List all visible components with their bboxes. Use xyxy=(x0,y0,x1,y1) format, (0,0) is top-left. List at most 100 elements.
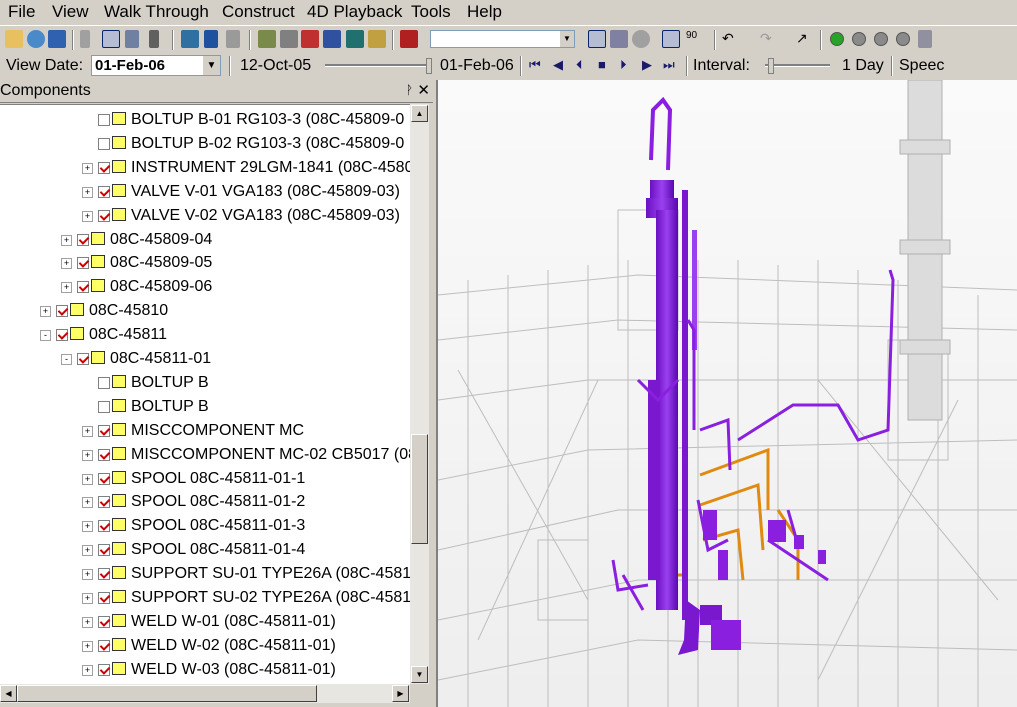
walk-view-icon[interactable] xyxy=(610,30,628,48)
menu-tools[interactable]: Tools xyxy=(411,2,451,22)
menu-view[interactable]: View xyxy=(52,2,89,22)
expand-icon[interactable]: + xyxy=(82,425,93,437)
rotate-90-icon[interactable]: 90 xyxy=(686,30,708,48)
tree-row[interactable]: BOLTUP B-02 RG103-3 (08C-45809-0 xyxy=(0,133,410,155)
run-icon[interactable] xyxy=(125,30,139,48)
visibility-checkbox[interactable] xyxy=(98,400,110,413)
tree-row[interactable]: + WELD W-02 (08C-45811-01) xyxy=(0,635,410,657)
visibility-checkbox[interactable] xyxy=(98,448,110,461)
menu-help[interactable]: Help xyxy=(467,2,502,22)
expand-icon[interactable]: + xyxy=(82,186,93,198)
zoom-icon[interactable] xyxy=(632,30,650,48)
visibility-checkbox[interactable] xyxy=(98,568,110,581)
visibility-checkbox[interactable] xyxy=(98,520,110,533)
tree-row[interactable]: + VALVE V-02 VGA183 (08C-45809-03) xyxy=(0,205,410,227)
visibility-checkbox[interactable] xyxy=(56,305,68,318)
visibility-checkbox[interactable] xyxy=(98,496,110,509)
scroll-right-icon[interactable]: ▶ xyxy=(392,685,409,702)
tree-row[interactable]: BOLTUP B xyxy=(0,396,410,418)
tree-row[interactable]: + INSTRUMENT 29LGM-1841 (08C-4580 xyxy=(0,157,410,179)
tree-row[interactable]: +08C-45810 xyxy=(0,300,410,322)
expand-icon[interactable]: + xyxy=(82,569,93,581)
tree-row[interactable]: + VALVE V-01 VGA183 (08C-45809-03) xyxy=(0,181,410,203)
pointer-icon[interactable]: ↗ xyxy=(796,30,814,48)
tree-row[interactable]: BOLTUP B xyxy=(0,372,410,394)
tree-row[interactable]: + WELD W-01 (08C-45811-01) xyxy=(0,611,410,633)
visibility-checkbox[interactable] xyxy=(98,114,110,126)
visibility-checkbox[interactable] xyxy=(98,376,110,389)
visibility-checkbox[interactable] xyxy=(98,663,110,676)
visibility-checkbox[interactable] xyxy=(77,233,89,246)
globe-icon[interactable] xyxy=(27,30,45,48)
collapse-icon[interactable]: - xyxy=(61,354,72,365)
step-back-icon[interactable]: ◀ xyxy=(553,57,563,73)
visibility-checkbox[interactable] xyxy=(98,424,110,437)
step-forward-icon[interactable]: ▶ xyxy=(642,57,652,73)
open-icon[interactable] xyxy=(5,30,23,48)
visibility-checkbox[interactable] xyxy=(77,353,89,365)
visibility-checkbox[interactable] xyxy=(98,544,110,557)
visibility-checkbox[interactable] xyxy=(56,329,68,342)
hscroll-thumb[interactable] xyxy=(17,685,317,702)
tree-row[interactable]: BOLTUP B-01 RG103-3 (08C-45809-0 xyxy=(0,109,410,131)
play-reverse-icon[interactable]: ⏴ xyxy=(576,57,583,73)
visibility-checkbox[interactable] xyxy=(77,257,89,270)
scroll-left-icon[interactable]: ◀ xyxy=(0,685,17,702)
pause-icon[interactable]: ⏵ xyxy=(620,57,627,73)
expand-icon[interactable]: + xyxy=(82,162,93,174)
tree-row[interactable]: + SPOOL 08C-45811-01-1 xyxy=(0,468,410,490)
menu-walk-through[interactable]: Walk Through xyxy=(104,2,209,22)
date-slider[interactable] xyxy=(325,64,430,67)
record-icon[interactable] xyxy=(400,30,418,48)
visibility-checkbox[interactable] xyxy=(77,281,89,294)
expand-icon[interactable]: + xyxy=(82,210,93,222)
menu-file[interactable]: File xyxy=(8,2,35,22)
view-box-icon[interactable] xyxy=(662,30,680,48)
expand-icon[interactable]: + xyxy=(82,616,93,628)
visibility-checkbox[interactable] xyxy=(98,161,110,174)
visibility-checkbox[interactable] xyxy=(98,472,110,485)
pen-icon[interactable] xyxy=(226,30,240,48)
tree-vertical-scrollbar[interactable]: ▲ ▼ xyxy=(410,104,429,684)
stop-icon[interactable]: ■ xyxy=(598,57,606,72)
expand-icon[interactable]: + xyxy=(82,593,93,604)
expand-icon[interactable]: + xyxy=(40,306,51,318)
expand-icon[interactable]: + xyxy=(82,545,93,557)
tree-row[interactable]: - 08C-45811 xyxy=(0,324,410,346)
interval-slider[interactable] xyxy=(765,64,830,67)
tree-row[interactable]: + SPOOL 08C-45811-01-2 xyxy=(0,491,410,513)
redo-icon[interactable]: ↷ xyxy=(760,30,778,48)
tree-row[interactable]: +08C-45809-05 xyxy=(0,252,410,274)
visibility-checkbox[interactable] xyxy=(98,639,110,652)
menu-4d-playback[interactable]: 4D Playback xyxy=(307,2,402,22)
tree-icon[interactable] xyxy=(258,30,276,48)
scroll-thumb[interactable] xyxy=(411,434,428,544)
tree-row[interactable]: + MISCCOMPONENT MC xyxy=(0,420,410,442)
arrow-icon[interactable] xyxy=(346,30,364,48)
visibility-checkbox[interactable] xyxy=(98,592,110,604)
layout-icon[interactable] xyxy=(368,30,386,48)
visibility-checkbox[interactable] xyxy=(98,615,110,628)
tree-row[interactable]: + SUPPORT SU-02 TYPE26A (08C-4581 xyxy=(0,587,410,609)
brick-icon[interactable] xyxy=(301,30,319,48)
interval-slider-thumb[interactable] xyxy=(768,58,774,74)
expand-icon[interactable]: + xyxy=(82,640,93,652)
tree-horizontal-scrollbar[interactable]: ◀ ▶ xyxy=(0,684,410,703)
forward-end-icon[interactable]: ⏭ xyxy=(663,57,675,73)
visibility-checkbox[interactable] xyxy=(98,137,110,150)
select-icon[interactable] xyxy=(102,30,120,48)
expand-icon[interactable]: + xyxy=(82,473,93,485)
expand-icon[interactable]: + xyxy=(61,282,72,294)
expand-icon[interactable]: + xyxy=(82,497,93,509)
date-slider-thumb[interactable] xyxy=(426,58,432,74)
3d-viewport[interactable] xyxy=(436,80,1017,707)
tree-row[interactable]: + SPOOL 08C-45811-01-4 xyxy=(0,539,410,561)
rotate-icon[interactable] xyxy=(588,30,606,48)
text-icon[interactable] xyxy=(204,30,218,48)
menu-construct[interactable]: Construct xyxy=(222,2,295,22)
visibility-checkbox[interactable] xyxy=(98,209,110,222)
ship-icon[interactable] xyxy=(323,30,341,48)
expand-icon[interactable]: + xyxy=(82,521,93,533)
pin-icon[interactable]: ᚹ xyxy=(406,83,413,97)
scroll-down-icon[interactable]: ▼ xyxy=(411,666,428,683)
